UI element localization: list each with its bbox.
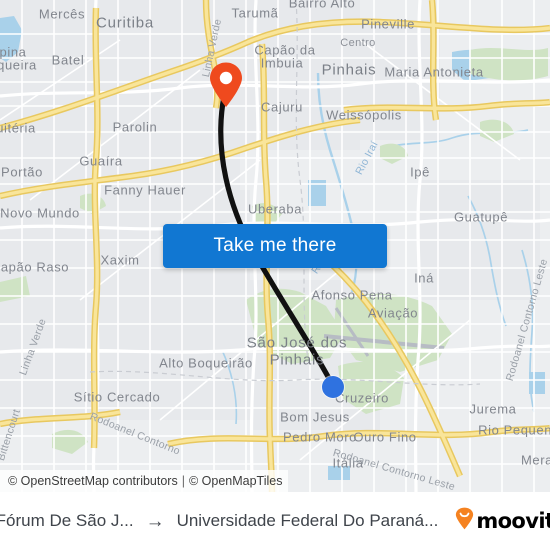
arrow-right-icon: → — [145, 510, 165, 532]
moovit-wordmark: moovit — [476, 509, 550, 533]
moovit-pin-smile-icon — [455, 507, 474, 535]
map-attribution: © OpenStreetMap contributors | © OpenMap… — [0, 470, 289, 492]
take-me-there-button[interactable]: Take me there — [163, 224, 387, 268]
origin-location-dot-icon[interactable] — [322, 376, 344, 398]
footer-destination-label[interactable]: Universidade Federal Do Paraná... — [177, 511, 439, 531]
maptiles-attribution-link[interactable]: © OpenMapTiles — [189, 474, 283, 488]
trip-footer-bar: Fórum De São J... → Universidade Federal… — [0, 492, 550, 550]
destination-map-pin-icon[interactable] — [209, 62, 243, 108]
osm-attribution-link[interactable]: © OpenStreetMap contributors — [8, 474, 178, 488]
take-me-there-label: Take me there — [213, 235, 337, 256]
trip-preview-screen: Mercês Curitiba Tarumã Bairro Alto Pineville… — [0, 0, 550, 550]
map-canvas[interactable]: Mercês Curitiba Tarumã Bairro Alto Pineville… — [0, 0, 550, 492]
attribution-separator: | — [181, 474, 185, 488]
moovit-logo[interactable]: moovit — [455, 507, 550, 535]
footer-origin-label[interactable]: Fórum De São J... — [0, 511, 134, 531]
